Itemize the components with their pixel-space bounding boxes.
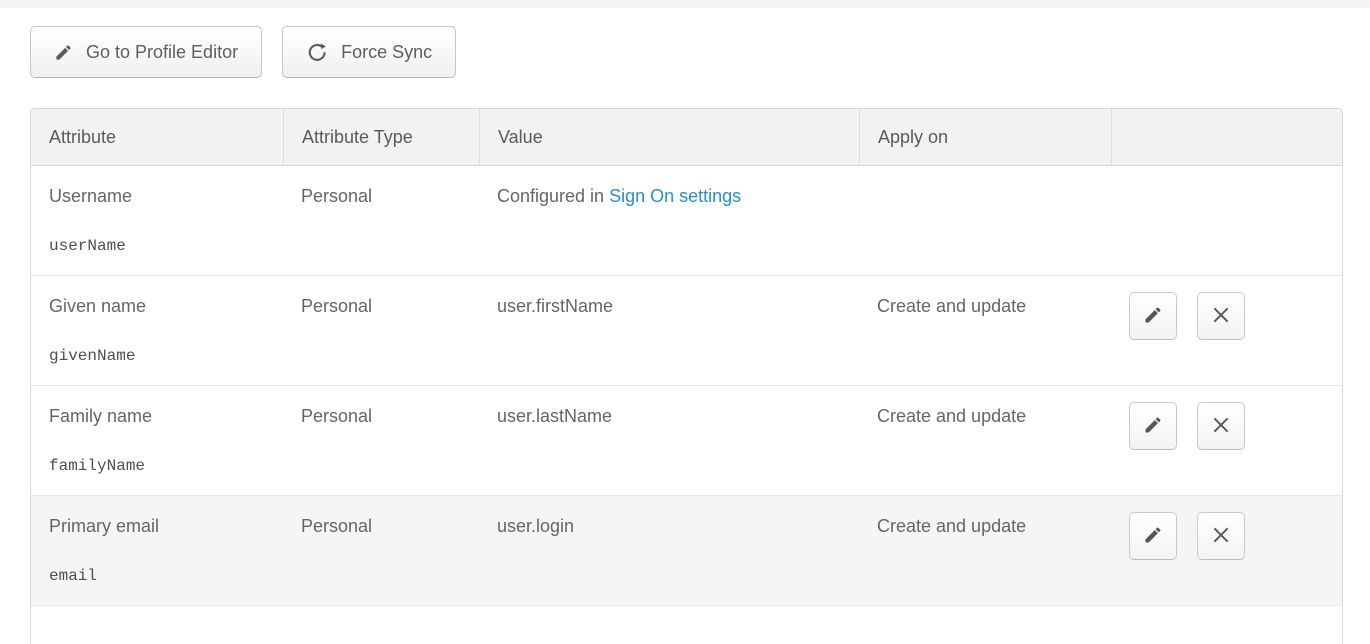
remove-x-icon xyxy=(1211,415,1231,438)
edit-pencil-icon xyxy=(1143,525,1163,548)
edit-attribute-button[interactable] xyxy=(1129,402,1177,450)
delete-attribute-button[interactable] xyxy=(1197,402,1245,450)
attribute-cell: Family name familyName xyxy=(31,386,283,495)
refresh-icon xyxy=(306,41,328,63)
edit-pencil-icon xyxy=(1143,305,1163,328)
force-sync-button[interactable]: Force Sync xyxy=(282,26,456,78)
attribute-type-cell: Personal xyxy=(283,276,479,385)
delete-attribute-button[interactable] xyxy=(1197,292,1245,340)
value-cell: user.firstName xyxy=(479,276,859,385)
table-row-primary-email: Primary email email Personal user.login … xyxy=(31,496,1342,606)
attribute-type-cell: Personal xyxy=(283,496,479,605)
sign-on-settings-link[interactable]: Sign On settings xyxy=(609,186,741,206)
table-row-partial xyxy=(31,606,1342,644)
value-prefix-text: Configured in xyxy=(497,186,609,206)
force-sync-label: Force Sync xyxy=(341,42,432,63)
actions-cell xyxy=(1111,276,1342,385)
top-strip xyxy=(0,0,1370,8)
attribute-type-cell: Personal xyxy=(283,166,479,275)
table-row-username: Username userName Personal Configured in… xyxy=(31,166,1342,276)
attribute-label: Family name xyxy=(49,405,273,428)
go-to-profile-editor-button[interactable]: Go to Profile Editor xyxy=(30,26,262,78)
apply-on-cell: Create and update xyxy=(859,496,1111,605)
delete-attribute-button[interactable] xyxy=(1197,512,1245,560)
actions-cell xyxy=(1111,386,1342,495)
apply-on-cell: Create and update xyxy=(859,386,1111,495)
column-header-actions xyxy=(1111,109,1342,165)
edit-attribute-button[interactable] xyxy=(1129,292,1177,340)
table-row-family-name: Family name familyName Personal user.las… xyxy=(31,386,1342,496)
attribute-variable-name: givenName xyxy=(49,345,273,368)
attribute-cell: Primary email email xyxy=(31,496,283,605)
apply-on-cell xyxy=(859,166,1111,275)
value-cell: Configured in Sign On settings xyxy=(479,166,859,275)
attribute-mapping-table: Attribute Attribute Type Value Apply on … xyxy=(30,108,1343,644)
attribute-variable-name: userName xyxy=(49,235,273,258)
remove-x-icon xyxy=(1211,305,1231,328)
remove-x-icon xyxy=(1211,525,1231,548)
edit-pencil-icon xyxy=(1143,415,1163,438)
toolbar: Go to Profile Editor Force Sync xyxy=(30,26,1370,78)
attribute-type-cell: Personal xyxy=(283,386,479,495)
apply-on-cell: Create and update xyxy=(859,276,1111,385)
attribute-cell: Username userName xyxy=(31,166,283,275)
attribute-label: Username xyxy=(49,185,273,208)
table-header-row: Attribute Attribute Type Value Apply on xyxy=(31,109,1342,166)
column-header-apply-on: Apply on xyxy=(859,109,1111,165)
attribute-cell: Given name givenName xyxy=(31,276,283,385)
actions-cell xyxy=(1111,166,1342,275)
attribute-variable-name: familyName xyxy=(49,455,273,478)
value-cell: user.lastName xyxy=(479,386,859,495)
actions-cell xyxy=(1111,496,1342,605)
attribute-variable-name: email xyxy=(49,565,273,588)
pencil-icon xyxy=(54,43,73,62)
attribute-label: Given name xyxy=(49,295,273,318)
column-header-attribute-type: Attribute Type xyxy=(283,109,479,165)
value-cell: user.login xyxy=(479,496,859,605)
go-to-profile-editor-label: Go to Profile Editor xyxy=(86,42,238,63)
column-header-attribute: Attribute xyxy=(31,109,283,165)
attribute-label: Primary email xyxy=(49,515,273,538)
table-row-given-name: Given name givenName Personal user.first… xyxy=(31,276,1342,386)
edit-attribute-button[interactable] xyxy=(1129,512,1177,560)
column-header-value: Value xyxy=(479,109,859,165)
